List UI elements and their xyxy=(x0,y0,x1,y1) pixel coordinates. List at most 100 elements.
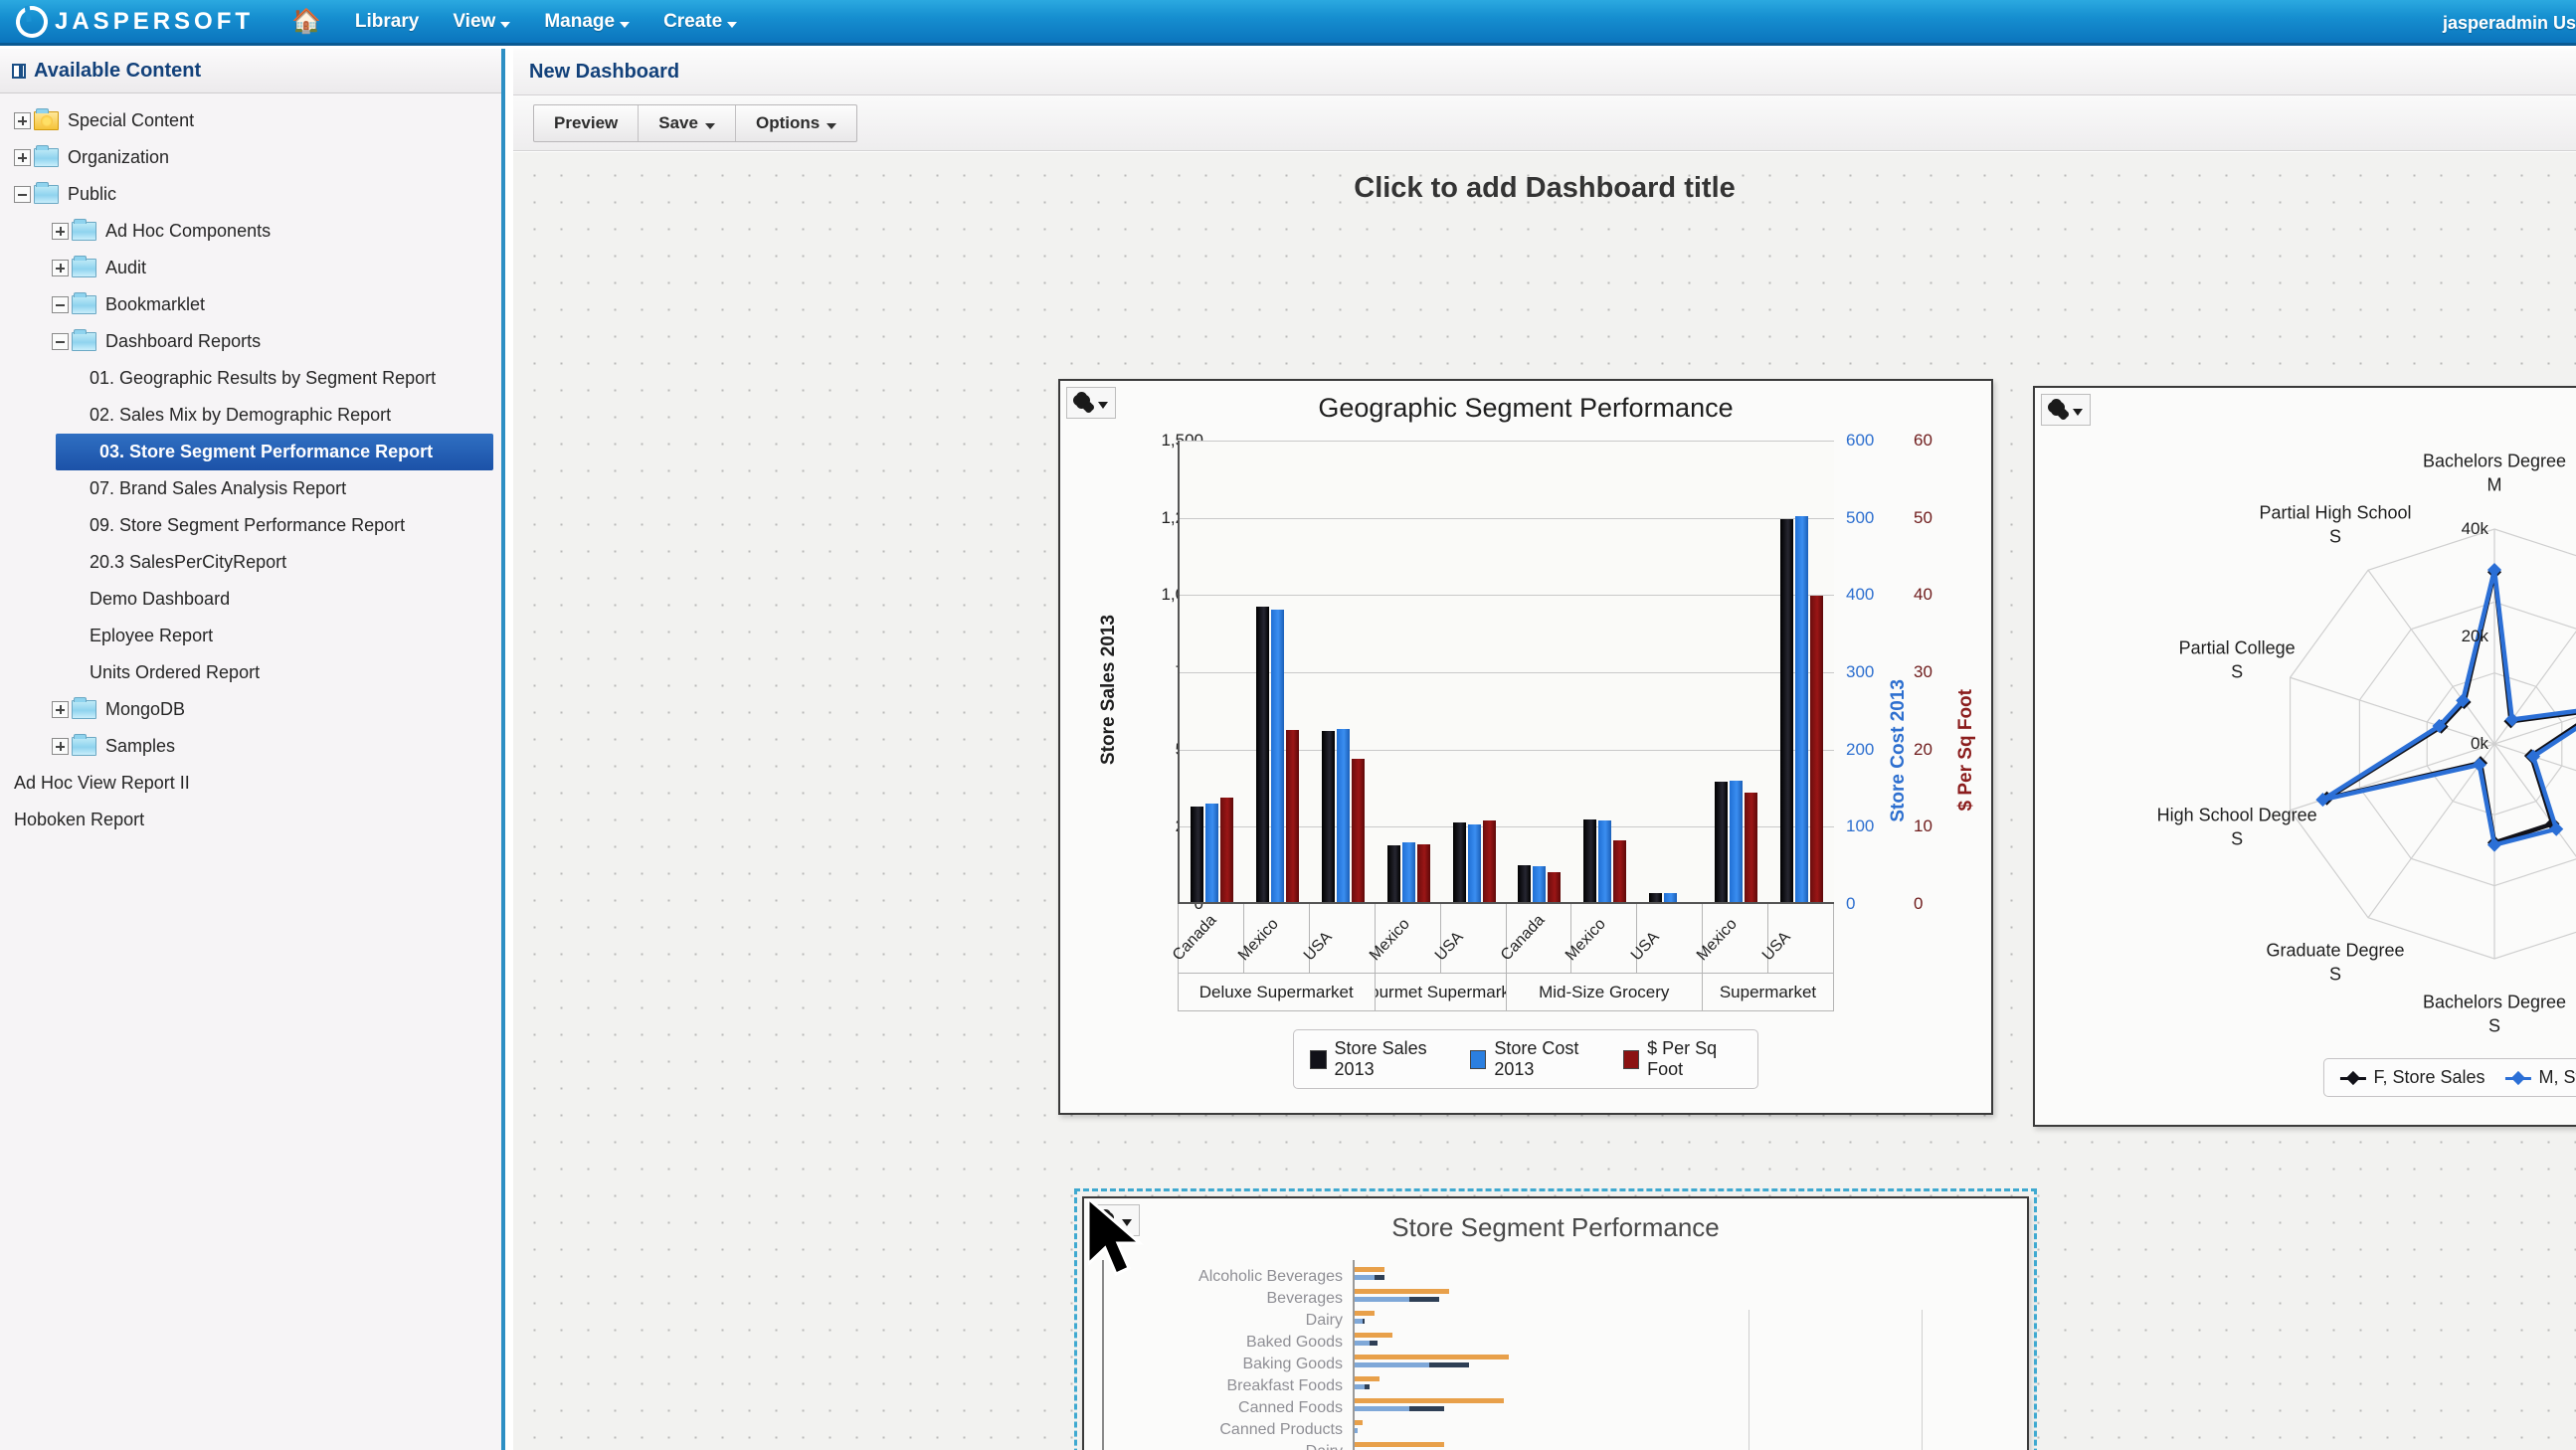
seg-bar[interactable] xyxy=(1355,1333,1392,1338)
bar[interactable] xyxy=(1598,820,1612,902)
dashlet-settings-button[interactable] xyxy=(1066,387,1116,419)
bar[interactable] xyxy=(1482,819,1496,902)
bar[interactable] xyxy=(1663,893,1677,902)
tree-item[interactable]: 03. Store Segment Performance Report xyxy=(56,434,493,470)
expand-icon[interactable] xyxy=(52,701,69,718)
seg-bar[interactable] xyxy=(1355,1267,1384,1272)
bar[interactable] xyxy=(1583,818,1597,902)
bar[interactable] xyxy=(1336,729,1350,902)
collapse-icon[interactable] xyxy=(52,296,69,313)
seg-bar[interactable] xyxy=(1355,1428,1358,1433)
tree-item[interactable]: Bookmarklet xyxy=(0,286,501,323)
tree-item[interactable]: 20.3 SalesPerCityReport xyxy=(0,544,501,581)
legend-item[interactable]: Store Sales 2013 xyxy=(1310,1038,1452,1080)
bar[interactable] xyxy=(1794,515,1808,902)
legend-item[interactable]: F, Store Sales xyxy=(2339,1067,2485,1088)
tree-item[interactable]: 01. Geographic Results by Segment Report xyxy=(0,360,501,397)
tree-item[interactable]: 09. Store Segment Performance Report xyxy=(0,507,501,544)
bar[interactable] xyxy=(1271,610,1285,902)
bar[interactable] xyxy=(1351,759,1365,902)
seg-bar[interactable] xyxy=(1355,1384,1365,1389)
seg-bar[interactable] xyxy=(1355,1420,1363,1425)
tree-item[interactable]: Ad Hoc Components xyxy=(0,213,501,250)
seg-bar[interactable] xyxy=(1370,1341,1378,1346)
seg-bar[interactable] xyxy=(1355,1362,1429,1367)
radar-point[interactable] xyxy=(2486,562,2502,578)
seg-bar[interactable] xyxy=(1355,1311,1375,1316)
expand-icon[interactable] xyxy=(14,112,31,129)
seg-bar[interactable] xyxy=(1362,1319,1365,1324)
tree-item[interactable]: Organization xyxy=(0,139,501,176)
dashlet-settings-button[interactable] xyxy=(2041,394,2091,426)
seg-bar[interactable] xyxy=(1355,1406,1409,1411)
seg-bar[interactable] xyxy=(1409,1297,1439,1302)
seg-bar[interactable] xyxy=(1355,1275,1375,1280)
seg-bar[interactable] xyxy=(1355,1355,1509,1359)
bar[interactable] xyxy=(1613,839,1627,902)
user-menu[interactable]: jasperadmin Us xyxy=(2443,13,2576,34)
legend-item[interactable]: Store Cost 2013 xyxy=(1469,1038,1605,1080)
dashboard-title-placeholder[interactable]: Click to add Dashboard title xyxy=(513,172,2576,205)
nav-item-manage[interactable]: Manage xyxy=(544,11,631,33)
tree-item[interactable]: Units Ordered Report xyxy=(0,654,501,691)
seg-bar[interactable] xyxy=(1355,1289,1449,1294)
tree-item[interactable]: Special Content xyxy=(0,102,501,139)
bar[interactable] xyxy=(1809,596,1823,902)
home-icon[interactable]: 🏠 xyxy=(291,9,321,34)
seg-bar[interactable] xyxy=(1355,1341,1370,1346)
expand-icon[interactable] xyxy=(14,149,31,166)
bar[interactable] xyxy=(1467,824,1481,902)
dashlet-store-segment-performance[interactable]: Store Segment Performance Alcoholic Beve… xyxy=(1082,1196,2029,1450)
tree-item[interactable]: Eployee Report xyxy=(0,618,501,654)
collapse-icon[interactable] xyxy=(52,333,69,350)
bar[interactable] xyxy=(1191,806,1204,902)
bar[interactable] xyxy=(1286,729,1300,902)
nav-item-view[interactable]: View xyxy=(453,11,511,33)
bar[interactable] xyxy=(1729,781,1743,902)
seg-bar[interactable] xyxy=(1409,1406,1444,1411)
expand-icon[interactable] xyxy=(52,223,69,240)
expand-icon[interactable] xyxy=(52,738,69,755)
save-button[interactable]: Save xyxy=(639,104,736,141)
seg-bar[interactable] xyxy=(1355,1319,1363,1324)
seg-bar[interactable] xyxy=(1429,1362,1469,1367)
seg-bar[interactable] xyxy=(1365,1384,1370,1389)
bar[interactable] xyxy=(1648,892,1662,902)
nav-item-create[interactable]: Create xyxy=(663,11,738,33)
bar[interactable] xyxy=(1744,792,1757,902)
tree-item[interactable]: Dashboard Reports xyxy=(0,323,501,360)
options-button[interactable]: Options xyxy=(736,105,856,141)
bar[interactable] xyxy=(1321,730,1335,902)
seg-bar[interactable] xyxy=(1355,1297,1409,1302)
tree-item[interactable]: 02. Sales Mix by Demographic Report xyxy=(0,397,501,434)
bar[interactable] xyxy=(1416,843,1430,902)
seg-bar[interactable] xyxy=(1355,1398,1504,1403)
dashlet-settings-button[interactable] xyxy=(1090,1204,1140,1236)
tree-item[interactable]: Demo Dashboard xyxy=(0,581,501,618)
legend-item[interactable]: $ Per Sq Foot xyxy=(1622,1038,1742,1080)
bar[interactable] xyxy=(1386,844,1400,902)
tree-item[interactable]: 07. Brand Sales Analysis Report xyxy=(0,470,501,507)
bar[interactable] xyxy=(1205,803,1219,902)
seg-bar[interactable] xyxy=(1355,1376,1380,1381)
tree-item[interactable]: MongoDB xyxy=(0,691,501,728)
bar[interactable] xyxy=(1452,821,1466,902)
bar[interactable] xyxy=(1401,842,1415,902)
bar[interactable] xyxy=(1256,607,1270,902)
tree-item[interactable]: Public xyxy=(0,176,501,213)
tree-item[interactable]: Audit xyxy=(0,250,501,286)
bar[interactable] xyxy=(1518,865,1532,902)
bar[interactable] xyxy=(1779,519,1793,902)
dashboard-canvas[interactable]: Click to add Dashboard title Geographic … xyxy=(513,152,2576,1450)
collapse-icon[interactable] xyxy=(14,186,31,203)
nav-item-library[interactable]: Library xyxy=(355,11,419,33)
bar[interactable] xyxy=(1714,782,1728,902)
jaspersoft-logo[interactable]: JASPERSOFT xyxy=(10,0,254,44)
dashlet-geographic-segment-performance[interactable]: Geographic Segment Performance 000250100… xyxy=(1058,379,1993,1115)
bar[interactable] xyxy=(1548,871,1562,902)
tree-item[interactable]: Hoboken Report xyxy=(0,802,501,838)
tree-item[interactable]: Ad Hoc View Report II xyxy=(0,765,501,802)
expand-icon[interactable] xyxy=(52,260,69,276)
legend-item[interactable]: M, Store Sales xyxy=(2504,1067,2576,1088)
seg-bar[interactable] xyxy=(1355,1442,1444,1447)
